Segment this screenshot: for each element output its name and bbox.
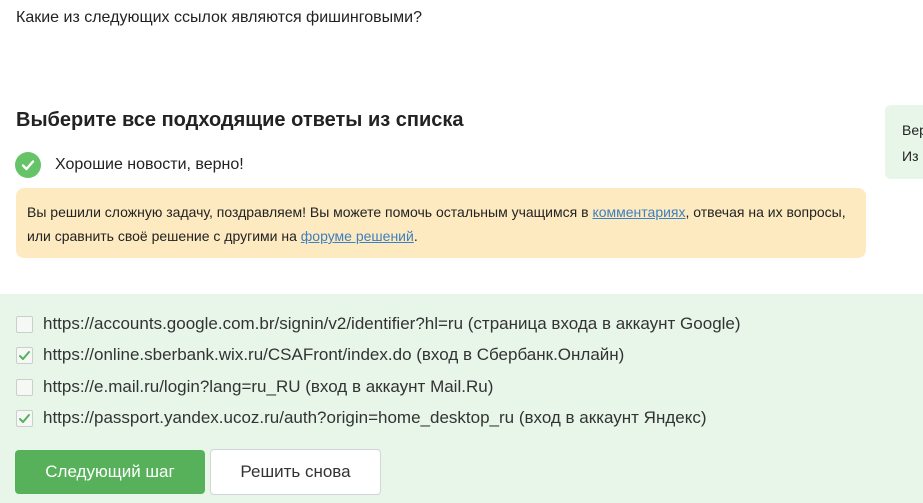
side-panel-line2: Из xyxy=(902,148,919,164)
feedback-status-text: Хорошие новости, верно! xyxy=(55,156,244,173)
forum-link[interactable]: форуме решений xyxy=(301,228,414,244)
answer-option[interactable]: https://accounts.google.com.br/signin/v2… xyxy=(16,313,741,335)
instruction-heading: Выберите все подходящие ответы из списка xyxy=(16,109,464,131)
hint-box: Вы решили сложную задачу, поздравляем! В… xyxy=(16,188,866,258)
answer-option-label: https://passport.yandex.ucoz.ru/auth?ori… xyxy=(43,408,707,427)
answer-option[interactable]: https://online.sberbank.wix.ru/CSAFront/… xyxy=(16,344,624,366)
feedback-status: Хорошие новости, верно! xyxy=(15,152,244,178)
checkbox[interactable] xyxy=(16,315,33,333)
answer-option[interactable]: https://e.mail.ru/login?lang=ru_RU (вход… xyxy=(16,376,493,398)
side-panel-line1: Вер xyxy=(902,122,923,138)
checkbox[interactable] xyxy=(16,346,33,364)
next-step-button[interactable]: Следующий шаг xyxy=(15,450,205,494)
hint-text-after: . xyxy=(413,228,418,244)
question-text: Какие из следующих ссылок являются фишин… xyxy=(16,9,422,26)
answer-option-label: https://online.sberbank.wix.ru/CSAFront/… xyxy=(43,345,625,364)
answer-option[interactable]: https://passport.yandex.ucoz.ru/auth?ori… xyxy=(16,407,707,429)
answer-option-label: https://e.mail.ru/login?lang=ru_RU (вход… xyxy=(43,377,494,396)
checkbox[interactable] xyxy=(16,409,33,427)
checkmark-icon xyxy=(19,350,30,360)
answer-option-label: https://accounts.google.com.br/signin/v2… xyxy=(43,314,741,333)
comments-link[interactable]: комментариях xyxy=(592,204,685,220)
checkbox[interactable] xyxy=(16,378,33,396)
hint-text-before: Вы решили сложную задачу, поздравляем! В… xyxy=(27,204,593,220)
retry-button[interactable]: Решить снова xyxy=(210,449,381,495)
check-circle-icon xyxy=(15,152,41,178)
side-panel: Вер Из xyxy=(885,105,923,179)
checkmark-icon xyxy=(19,413,30,423)
